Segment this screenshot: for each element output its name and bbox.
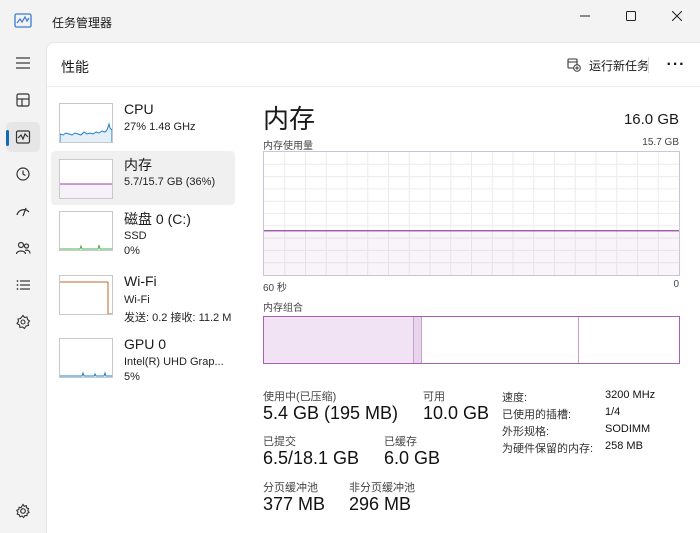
hardware-reserved-value: 258 MB (605, 440, 643, 452)
perf-item-name: CPU (124, 101, 154, 117)
composition-free (579, 317, 679, 363)
memory-usage-fill (264, 230, 679, 275)
memory-graph-fill (60, 184, 112, 198)
hamburger-menu-button[interactable] (6, 48, 40, 78)
perf-item-memory[interactable]: 内存 5.7/15.7 GB (36%) (51, 151, 235, 205)
run-new-task-icon (567, 58, 581, 72)
cached-value: 6.0 GB (384, 448, 441, 468)
cached-label: 已缓存 (384, 436, 417, 448)
nav-services[interactable] (6, 307, 40, 337)
perf-item-disk[interactable]: 磁盘 0 (C:) SSD 0% (51, 209, 235, 263)
minimize-icon (580, 15, 590, 17)
maximize-button[interactable] (608, 0, 654, 32)
run-new-task-label: 运行新任务 (589, 58, 650, 73)
perf-item-detail: Intel(R) UHD Grap... (124, 356, 224, 368)
perf-item-detail: SSD (124, 230, 147, 242)
detail-title: 内存 (263, 104, 316, 134)
slots-used-key: 已使用的插槽: (502, 409, 572, 421)
perf-item-detail: Wi-Fi (124, 294, 150, 306)
nav-users[interactable] (6, 233, 40, 263)
settings-icon (15, 503, 30, 519)
page-header: 性能 运行新任务 ··· (47, 43, 700, 87)
run-new-task-button[interactable]: 运行新任务 (559, 51, 657, 79)
perf-item-cpu[interactable]: CPU 27% 1.48 GHz (51, 101, 235, 155)
composition-standby (421, 317, 580, 363)
paged-pool-label: 分页缓冲池 (263, 482, 318, 494)
more-options-icon: ··· (666, 56, 686, 73)
perf-item-detail-2: 5% (124, 371, 140, 383)
in-use-label: 使用中(已压缩) (263, 391, 337, 403)
page-title: 性能 (61, 59, 89, 75)
task-manager-icon (14, 12, 32, 30)
gpu-thumbnail-graph (59, 338, 113, 378)
perf-item-name: 磁盘 0 (C:) (124, 211, 191, 227)
cpu-thumbnail-graph (59, 103, 113, 143)
users-icon (15, 241, 31, 255)
nav-performance[interactable] (6, 122, 40, 152)
memory-usage-max: 15.7 GB (642, 137, 679, 148)
disk-graph-line (60, 244, 112, 250)
time-axis-end: 0 (673, 279, 679, 290)
total-memory: 16.0 GB (623, 111, 679, 128)
memory-composition-bar (263, 316, 680, 364)
perf-item-detail: 27% 1.48 GHz (124, 121, 196, 133)
disk-thumbnail-graph (59, 211, 113, 251)
nonpaged-pool-value: 296 MB (349, 494, 412, 514)
perf-item-gpu[interactable]: GPU 0 Intel(R) UHD Grap... 5% (51, 336, 235, 390)
slots-used-value: 1/4 (605, 406, 621, 418)
minimize-button[interactable] (562, 0, 608, 32)
composition-modified (413, 317, 422, 363)
performance-icon (15, 130, 31, 144)
committed-label: 已提交 (263, 436, 296, 448)
hardware-reserved-key: 为硬件保留的内存: (502, 443, 594, 455)
perf-item-detail: 5.7/15.7 GB (36%) (124, 176, 216, 188)
wifi-thumbnail-graph (59, 275, 113, 315)
navigation-rail (0, 42, 46, 533)
nav-app-history[interactable] (6, 159, 40, 189)
gpu-graph-line (60, 371, 112, 377)
form-factor-key: 外形规格: (502, 426, 550, 438)
details-icon (16, 280, 30, 290)
active-indicator (6, 130, 9, 146)
close-icon (672, 11, 682, 21)
header-separator (648, 57, 649, 73)
services-icon (16, 314, 31, 330)
memory-usage-label: 内存使用量 (263, 141, 313, 152)
perf-item-detail-2: 0% (124, 245, 140, 257)
processes-icon (16, 93, 30, 107)
paged-pool-value: 377 MB (263, 494, 326, 514)
nav-details[interactable] (6, 270, 40, 300)
available-label: 可用 (423, 391, 445, 403)
main-panel: 性能 运行新任务 ··· CPU 27% 1.48 GHz 内存 5.7/15.… (46, 42, 700, 533)
perf-item-name: 内存 (124, 157, 152, 173)
perf-item-wifi[interactable]: Wi-Fi Wi-Fi 发送: 0.2 接收: 11.2 M (51, 273, 235, 327)
hamburger-menu-icon (16, 57, 30, 69)
app-history-icon (16, 167, 30, 181)
close-button[interactable] (654, 0, 700, 32)
form-factor-value: SODIMM (605, 423, 651, 435)
nonpaged-pool-label: 非分页缓冲池 (349, 482, 415, 494)
perf-item-name: GPU 0 (124, 336, 167, 352)
title-bar: 任务管理器 (0, 0, 700, 42)
maximize-icon (626, 11, 636, 21)
composition-in-use (264, 317, 414, 363)
committed-value: 6.5/18.1 GB (263, 448, 360, 468)
speed-value: 3200 MHz (605, 389, 656, 401)
available-value: 10.0 GB (423, 403, 490, 423)
window-title: 任务管理器 (52, 16, 113, 30)
in-use-value: 5.4 GB (195 MB) (263, 403, 399, 423)
more-options-button[interactable]: ··· (661, 51, 691, 79)
time-axis-start: 60 秒 (263, 283, 287, 294)
memory-composition-label: 内存组合 (263, 303, 303, 314)
perf-item-detail-2: 发送: 0.2 接收: 11.2 M (124, 312, 232, 324)
perf-item-name: Wi-Fi (124, 273, 157, 289)
speed-key: 速度: (502, 392, 528, 404)
nav-settings[interactable] (6, 496, 40, 526)
startup-apps-icon (16, 207, 30, 217)
memory-thumbnail-graph (59, 159, 113, 199)
memory-usage-graph (263, 151, 680, 276)
nav-processes[interactable] (6, 85, 40, 115)
cpu-graph-line (60, 122, 112, 142)
nav-startup-apps[interactable] (6, 196, 40, 226)
